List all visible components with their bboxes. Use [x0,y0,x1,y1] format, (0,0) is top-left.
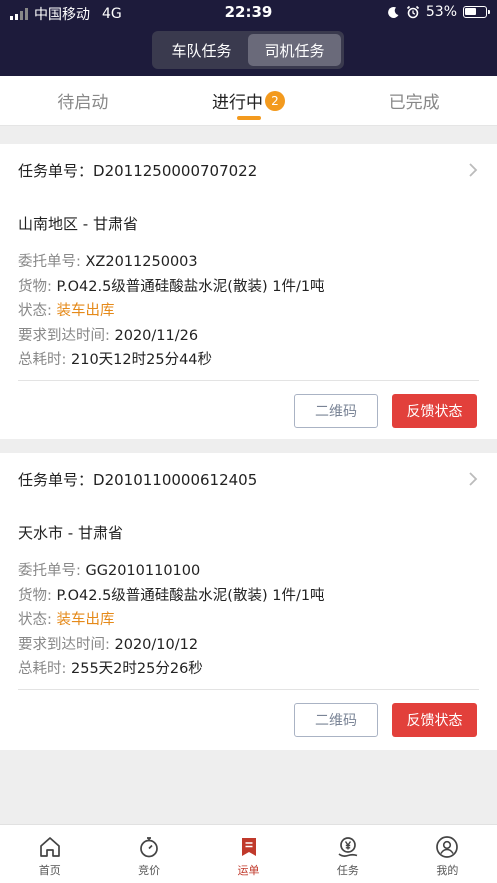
task-yen-icon [338,837,358,857]
battery-percent: 53% [425,4,457,20]
stopwatch-icon [140,837,158,858]
task-number: 任务单号：D2010110000612405 [18,471,258,489]
feedback-status-button[interactable]: 反馈状态 [392,394,477,428]
region: 天水市 - 甘肃省 [18,524,123,542]
segment-fleet-tasks[interactable]: 车队任务 [155,34,248,66]
moon-icon [387,6,399,18]
nav-home[interactable]: 首页 [0,825,99,883]
qr-code-button[interactable]: 二维码 [294,394,378,428]
nav-waybill[interactable]: 运单 [199,825,298,883]
divider [18,689,479,690]
segment-driver-tasks[interactable]: 司机任务 [248,34,341,66]
nav-bidding[interactable]: 竞价 [99,825,198,883]
chevron-right-icon[interactable] [467,471,479,487]
task-card[interactable]: 任务单号：D2010110000612405 天水市 - 甘肃省 委托单号: G… [0,453,497,750]
home-icon [39,837,60,857]
active-tab-indicator [236,116,261,120]
count-badge: 2 [265,90,285,111]
status-value: 装车出库 [56,612,115,628]
tab-completed[interactable]: 已完成 [331,76,497,125]
tab-in-progress[interactable]: 进行中 2 [166,76,332,125]
divider [18,380,479,381]
task-type-switch: 车队任务 司机任务 [152,31,344,69]
top-header: 中国移动 4G 22:39 53% 车队任务 司机任务 [0,0,497,76]
bottom-nav: 首页 竞价 运单 任务 我的 [0,824,497,883]
task-number: 任务单号：D2011250000707022 [18,162,258,180]
qr-code-button[interactable]: 二维码 [294,703,378,737]
task-card[interactable]: 任务单号：D2011250000707022 山南地区 - 甘肃省 委托单号: … [0,144,497,439]
feedback-status-button[interactable]: 反馈状态 [392,703,477,737]
status-tabs: 待启动 进行中 2 已完成 [0,76,497,126]
region: 山南地区 - 甘肃省 [18,215,138,233]
chevron-right-icon[interactable] [467,162,479,178]
alarm-icon [406,5,419,19]
battery-icon [463,6,490,18]
task-details: 委托单号: XZ2011250003 货物: P.O42.5级普通硅酸盐水泥(散… [18,254,325,368]
status-bar: 中国移动 4G 22:39 53% [0,0,497,26]
nav-tasks[interactable]: 任务 [298,825,397,883]
waybill-icon [241,838,256,856]
user-icon [436,836,459,858]
nav-mine[interactable]: 我的 [398,825,497,883]
status-value: 装车出库 [56,303,115,319]
task-details: 委托单号: GG2010110100 货物: P.O42.5级普通硅酸盐水泥(散… [18,563,325,677]
tab-pending[interactable]: 待启动 [0,76,166,125]
